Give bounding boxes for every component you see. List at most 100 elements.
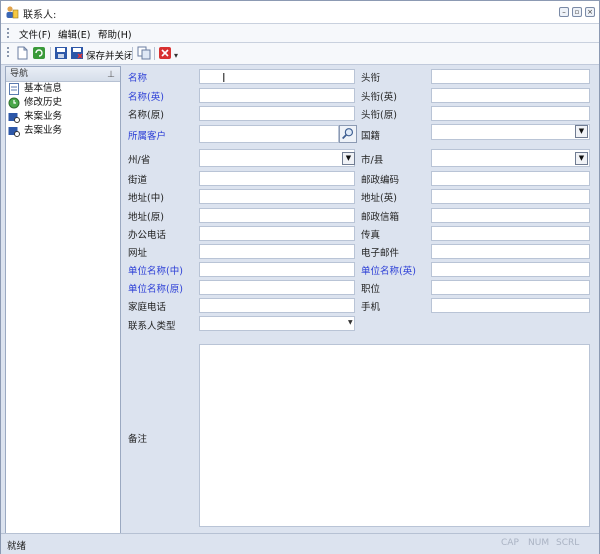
city-dropdown-icon[interactable]: ▼ [575,152,588,165]
email-label: 电子邮件 [361,248,400,259]
email-input[interactable] [431,244,590,259]
nav-item-label: 修改历史 [24,97,63,108]
pin-icon[interactable]: ⊥ [107,68,115,82]
title-orig-input[interactable] [431,106,590,121]
menu-help[interactable]: 帮助(H) [98,27,132,41]
name-en-input[interactable] [199,88,355,103]
contact-app-icon [6,6,19,19]
minimize-icon[interactable]: – [559,7,569,17]
nav-item-history[interactable]: 修改历史 [6,96,120,110]
street-label: 街道 [128,175,148,186]
fax-label: 传真 [361,230,381,241]
toolbar-separator [50,47,51,60]
num-indicator: NUM [528,538,550,548]
caps-indicator: CAP [501,538,519,548]
notes-label: 备注 [128,434,148,445]
mobile-input[interactable] [431,298,590,313]
new-document-icon[interactable] [15,46,29,60]
address-orig-label: 地址(原) [128,212,164,223]
close-icon[interactable]: × [585,7,595,17]
home-phone-input[interactable] [199,298,355,313]
save-and-close-button[interactable]: 保存并关闭 [86,48,134,62]
name-label: 名称 [128,73,148,84]
name-orig-input[interactable] [199,106,355,121]
org-cn-input[interactable] [199,262,355,277]
menu-edit[interactable]: 编辑(E) [58,27,90,41]
website-input[interactable] [199,244,355,259]
nationality-label: 国籍 [361,131,381,142]
nav-header: 导航 ⊥ [6,67,120,82]
toolbar-separator [132,47,133,60]
save-and-close-icon[interactable] [70,46,84,60]
postcode-input[interactable] [431,171,590,186]
address-cn-input[interactable] [199,189,355,204]
toolbar-grip-icon [7,47,11,57]
window-title: 联系人: [23,10,57,21]
contact-type-dropdown-icon[interactable]: ▼ [348,319,353,326]
customer-input[interactable] [199,125,339,143]
nationality-dropdown-icon[interactable]: ▼ [575,125,588,138]
website-label: 网址 [128,248,148,259]
toolbar-separator [154,47,155,60]
org-cn-label: 单位名称(中) [128,266,183,277]
text-cursor-icon: I [222,71,226,85]
contact-type-label: 联系人类型 [128,321,176,332]
contact-card-icon [9,83,19,95]
customer-lookup-icon[interactable] [339,125,357,143]
outgoing-case-icon [8,127,20,137]
title-bar: 联系人: – ▫ × [1,1,599,24]
nav-item-outgoing-cases[interactable]: 去案业务 [6,124,120,138]
mobile-label: 手机 [361,302,381,313]
position-input[interactable] [431,280,590,295]
title-en-input[interactable] [431,88,590,103]
contact-type-select[interactable] [199,316,355,331]
address-orig-input[interactable] [199,208,355,223]
contact-window: 联系人: – ▫ × 文件(F) 编辑(E) 帮助(H) 保存并关闭 ▾ 导航 … [0,0,600,554]
office-phone-label: 办公电话 [128,230,167,241]
title-label: 头衔 [361,73,381,84]
nav-item-basic-info[interactable]: 基本信息 [6,82,120,96]
city-select[interactable] [431,149,590,167]
toolbar: 保存并关闭 ▾ [1,43,599,65]
office-phone-input[interactable] [199,226,355,241]
address-en-label: 地址(英) [361,193,397,204]
nav-item-incoming-cases[interactable]: 来案业务 [6,110,120,124]
refresh-icon[interactable] [32,46,46,60]
nav-header-label: 导航 [10,69,29,79]
city-label: 市/县 [361,155,384,166]
org-en-label: 单位名称(英) [361,266,416,277]
street-input[interactable] [199,171,355,186]
org-orig-input[interactable] [199,280,355,295]
nationality-select[interactable] [431,124,590,140]
status-bar: 就绪 CAP NUM SCRL [1,533,599,554]
toolbar-overflow-icon[interactable]: ▾ [174,51,178,60]
delete-icon[interactable] [158,46,172,60]
state-select[interactable] [199,149,355,167]
postcode-label: 邮政编码 [361,175,400,186]
home-phone-label: 家庭电话 [128,302,167,313]
scroll-indicator: SCRL [556,538,580,548]
nav-item-label: 来案业务 [24,111,63,122]
notes-textarea[interactable] [199,344,590,527]
save-icon[interactable] [54,46,68,60]
postbox-label: 邮政信箱 [361,212,400,223]
address-en-input[interactable] [431,189,590,204]
title-en-label: 头衔(英) [361,92,397,103]
postbox-input[interactable] [431,208,590,223]
copy-icon[interactable] [137,46,151,60]
address-cn-label: 地址(中) [128,193,164,204]
menu-bar: 文件(F) 编辑(E) 帮助(H) [1,24,599,43]
name-orig-label: 名称(原) [128,110,164,121]
nav-item-label: 基本信息 [24,83,63,94]
navigation-pane: 导航 ⊥ 基本信息 修改历史 来案业务 去案业务 [5,66,121,534]
state-label: 州/省 [128,155,151,166]
title-input[interactable] [431,69,590,84]
fax-input[interactable] [431,226,590,241]
menu-file[interactable]: 文件(F) [19,27,51,41]
state-dropdown-icon[interactable]: ▼ [342,152,355,165]
org-en-input[interactable] [431,262,590,277]
customer-label: 所属客户 [128,131,167,142]
contact-form: 名称 名称(英) 名称(原) 所属客户 州/省 街道 地址(中) 地址(原) 办… [122,66,596,532]
history-icon [8,97,20,109]
restore-icon[interactable]: ▫ [572,7,582,17]
